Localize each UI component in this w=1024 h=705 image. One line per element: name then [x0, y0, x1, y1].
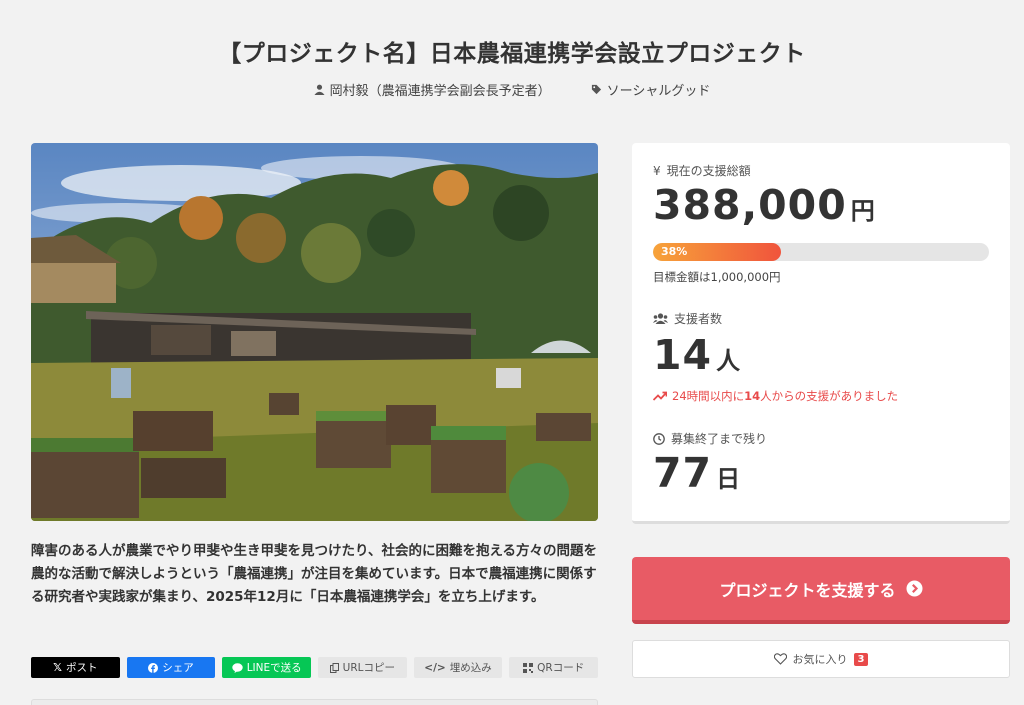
total-amount-value: 388,000 — [653, 181, 847, 229]
total-amount: 388,000 円 — [653, 181, 875, 229]
copy-icon — [329, 662, 339, 673]
supporters-label-text: 支援者数 — [674, 312, 723, 326]
trending-up-icon — [653, 391, 667, 401]
project-meta: 岡村毅（農福連携学会副会長予定者） ソーシャルグッド — [0, 80, 1024, 99]
copy-url-label: URLコピー — [342, 662, 396, 674]
project-description: 障害のある人が農業でやり甲斐や生き甲斐を見つけたり、社会的に困難を抱える方々の問… — [31, 543, 598, 605]
user-icon — [314, 84, 325, 95]
owner-name: 岡村毅（農福連携学会副会長予定者） — [329, 84, 551, 99]
project-category[interactable]: ソーシャルグッド — [591, 80, 711, 99]
supporters-count-value: 14 — [653, 331, 713, 379]
remaining-label: 募集終了まで残り — [653, 430, 767, 447]
favorite-button[interactable]: お気に入り 3 — [632, 640, 1010, 678]
page-title: 【プロジェクト名】日本農福連携学会設立プロジェクト — [218, 41, 806, 67]
total-label-text: 現在の支援総額 — [666, 164, 751, 178]
total-amount-unit: 円 — [850, 197, 875, 225]
tag-icon — [591, 84, 601, 95]
goal-amount: 目標金額は1,000,000円 — [653, 270, 781, 284]
favorite-count-badge: 3 — [853, 652, 869, 666]
x-icon: 𝕏 — [53, 661, 63, 674]
heart-icon — [773, 653, 787, 665]
share-x-label: ポスト — [66, 662, 98, 674]
category-name: ソーシャルグッド — [606, 84, 711, 99]
support-button-label: プロジェクトを支援する — [719, 580, 896, 600]
favorite-label: お気に入り — [792, 653, 848, 666]
remaining-days: 77 日 — [653, 449, 740, 497]
next-section-card — [31, 699, 598, 705]
project-owner[interactable]: 岡村毅（農福連携学会副会長予定者） — [314, 80, 551, 99]
trend-prefix: 24時間以内に — [672, 389, 745, 403]
trend-suffix: 人からの支援がありました — [760, 389, 899, 403]
share-facebook-label: シェア — [162, 662, 194, 674]
remaining-days-unit: 日 — [716, 465, 741, 493]
share-facebook-button[interactable]: シェア — [126, 657, 216, 678]
funding-stats-panel: ¥ 現在の支援総額 388,000 円 38% 目標金額は1,000,000円 支… — [632, 143, 1010, 524]
project-hero-image — [31, 143, 598, 521]
progress-percent: 38% — [661, 245, 688, 258]
embed-label: 埋め込み — [449, 662, 492, 674]
share-line-button[interactable]: LINEで送る — [222, 657, 312, 678]
copy-url-button[interactable]: URLコピー — [318, 657, 407, 678]
share-line-label: LINEで送る — [246, 662, 302, 674]
facebook-icon — [148, 662, 159, 673]
supporters-label: 支援者数 — [653, 310, 722, 327]
code-icon: </> — [424, 661, 446, 674]
share-x-button[interactable]: 𝕏 ポスト — [31, 657, 120, 678]
embed-button[interactable]: </> 埋め込み — [413, 657, 503, 678]
funding-progress-bar: 38% — [653, 243, 989, 261]
total-label: ¥ 現在の支援総額 — [653, 162, 751, 179]
support-project-button[interactable]: プロジェクトを支援する — [632, 557, 1010, 624]
arrow-circle-right-icon — [906, 580, 922, 597]
yen-icon: ¥ — [653, 163, 661, 178]
supporters-count-unit: 人 — [716, 347, 741, 375]
supporters-count: 14 人 — [653, 331, 740, 379]
line-icon — [232, 662, 243, 673]
remaining-label-text: 募集終了まで残り — [671, 432, 768, 446]
qr-code-button[interactable]: QRコード — [509, 657, 599, 678]
qr-code-label: QRコード — [537, 662, 585, 674]
users-icon — [653, 313, 668, 324]
clock-icon — [653, 432, 665, 445]
qr-icon — [523, 662, 534, 673]
remaining-days-value: 77 — [653, 449, 713, 497]
recent-support-notice: 24時間以内に14人からの支援がありました — [653, 388, 898, 404]
trend-count: 14 — [744, 389, 761, 403]
share-bar: 𝕏 ポスト シェア LINEで送る URLコピー </> 埋め込み QRコード — [31, 657, 599, 678]
